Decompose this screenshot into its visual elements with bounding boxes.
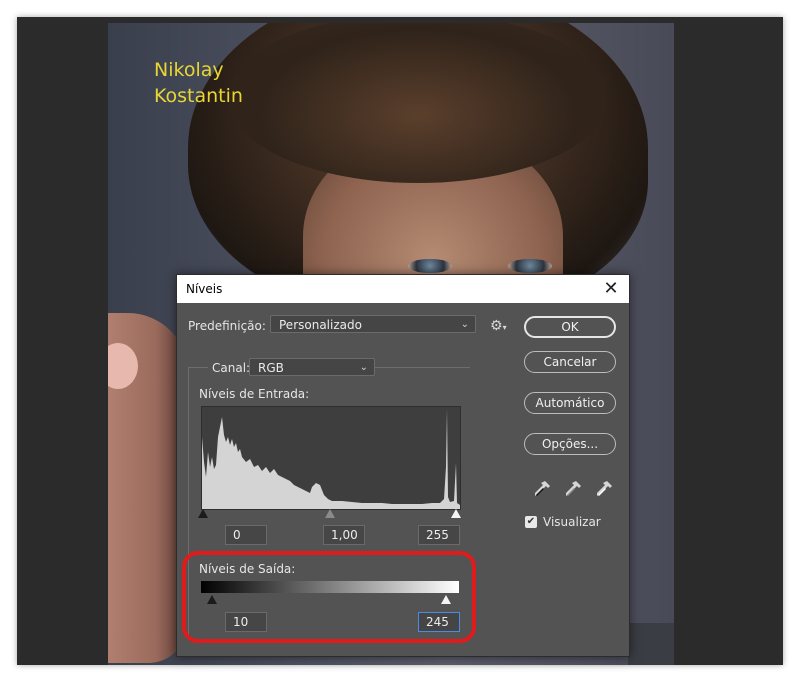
eyedropper-black-icon[interactable]: [532, 479, 552, 499]
eyedropper-white-icon[interactable]: [594, 479, 614, 499]
channel-label: Canal:: [208, 361, 255, 375]
cancel-button[interactable]: Cancelar: [524, 351, 616, 373]
author-watermark: Nikolay Kostantin: [154, 57, 243, 109]
preview-label: Visualizar: [543, 515, 601, 529]
input-levels-label: Níveis de Entrada:: [199, 387, 310, 401]
eyedropper-gray-icon[interactable]: [563, 479, 583, 499]
channel-value: RGB: [258, 361, 284, 375]
preset-dropdown[interactable]: Personalizado ⌄: [270, 315, 476, 333]
options-button[interactable]: Opções...: [524, 433, 616, 455]
channel-dropdown[interactable]: RGB ⌄: [249, 358, 375, 376]
ok-button[interactable]: OK: [524, 316, 616, 338]
input-white-slider[interactable]: [451, 509, 461, 518]
input-gamma-field[interactable]: 1,00: [323, 525, 365, 545]
preset-value: Personalizado: [279, 318, 362, 332]
input-white-field[interactable]: 255: [418, 525, 460, 545]
dialog-title: Níveis: [186, 282, 223, 296]
close-icon[interactable]: ✕: [599, 277, 623, 301]
chevron-down-icon: ⌄: [359, 362, 368, 373]
photo-eye-right: [508, 259, 552, 273]
output-levels-highlight: [182, 551, 476, 643]
input-gamma-slider[interactable]: [325, 509, 335, 518]
dialog-titlebar[interactable]: Níveis ✕: [177, 275, 629, 303]
photo-eye-left: [408, 259, 452, 273]
auto-button[interactable]: Automático: [524, 392, 616, 414]
author-line1: Nikolay: [154, 59, 224, 81]
author-line2: Kostantin: [154, 85, 243, 107]
preset-label: Predefinição:: [188, 319, 266, 333]
preview-checkbox[interactable]: ✔: [525, 516, 537, 528]
input-black-field[interactable]: 0: [225, 525, 267, 545]
photo-shirt: [628, 623, 674, 665]
histogram-graph: [202, 409, 460, 509]
gear-icon[interactable]: ⚙▾: [490, 318, 507, 334]
histogram: [201, 406, 461, 510]
chevron-down-icon: ⌄: [460, 319, 469, 330]
input-black-slider[interactable]: [198, 509, 208, 518]
